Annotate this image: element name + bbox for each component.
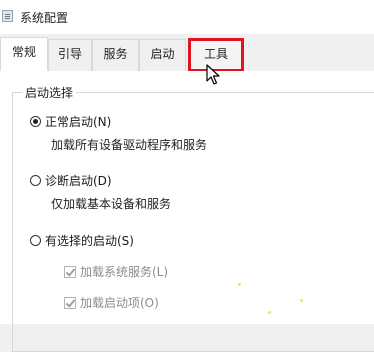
window-title: 系统配置 — [20, 11, 69, 25]
tab-strip: 常规 引导 服务 启动 工具 — [0, 34, 374, 73]
diagnostic-startup-description: 仅加载基本设备和服务 — [51, 197, 172, 211]
selective-startup-option[interactable]: 有选择的启动(S) — [30, 232, 134, 249]
normal-startup-radio[interactable] — [30, 116, 41, 127]
sparkle-decoration — [238, 283, 241, 286]
normal-startup-option[interactable]: 正常启动(N) — [30, 113, 111, 130]
normal-startup-description: 加载所有设备驱动程序和服务 — [51, 138, 208, 152]
diagnostic-startup-option[interactable]: 诊断启动(D) — [30, 172, 112, 189]
title-bar: 系统配置 — [0, 0, 374, 34]
startup-selection-group — [12, 92, 374, 352]
load-system-services-checkbox[interactable] — [64, 265, 76, 278]
sparkle-decoration — [300, 299, 303, 302]
tab-boot[interactable]: 引导 — [48, 39, 92, 71]
load-startup-items-checkbox[interactable] — [64, 296, 76, 309]
system-config-icon — [2, 10, 13, 22]
tab-content-general: 启动选择 正常启动(N) 加载所有设备驱动程序和服务 诊断启动(D) 仅加载基本… — [0, 71, 374, 352]
load-startup-items-option[interactable]: 加载启动项(O) — [64, 294, 159, 311]
normal-startup-label: 正常启动(N) — [45, 115, 112, 129]
load-system-services-option[interactable]: 加载系统服务(L) — [64, 263, 168, 280]
diagnostic-startup-label: 诊断启动(D) — [45, 174, 112, 188]
arrow-cursor-icon — [206, 64, 220, 85]
load-startup-items-label: 加载启动项(O) — [80, 296, 159, 310]
diagnostic-startup-radio[interactable] — [30, 175, 41, 186]
selective-startup-radio[interactable] — [30, 235, 41, 246]
sparkle-decoration — [268, 311, 271, 314]
tab-general[interactable]: 常规 — [0, 37, 48, 73]
startup-selection-label: 启动选择 — [22, 84, 77, 101]
load-system-services-label: 加载系统服务(L) — [80, 265, 169, 279]
selective-startup-label: 有选择的启动(S) — [45, 234, 134, 248]
tab-startup[interactable]: 启动 — [139, 39, 186, 71]
tab-services[interactable]: 服务 — [92, 39, 139, 71]
